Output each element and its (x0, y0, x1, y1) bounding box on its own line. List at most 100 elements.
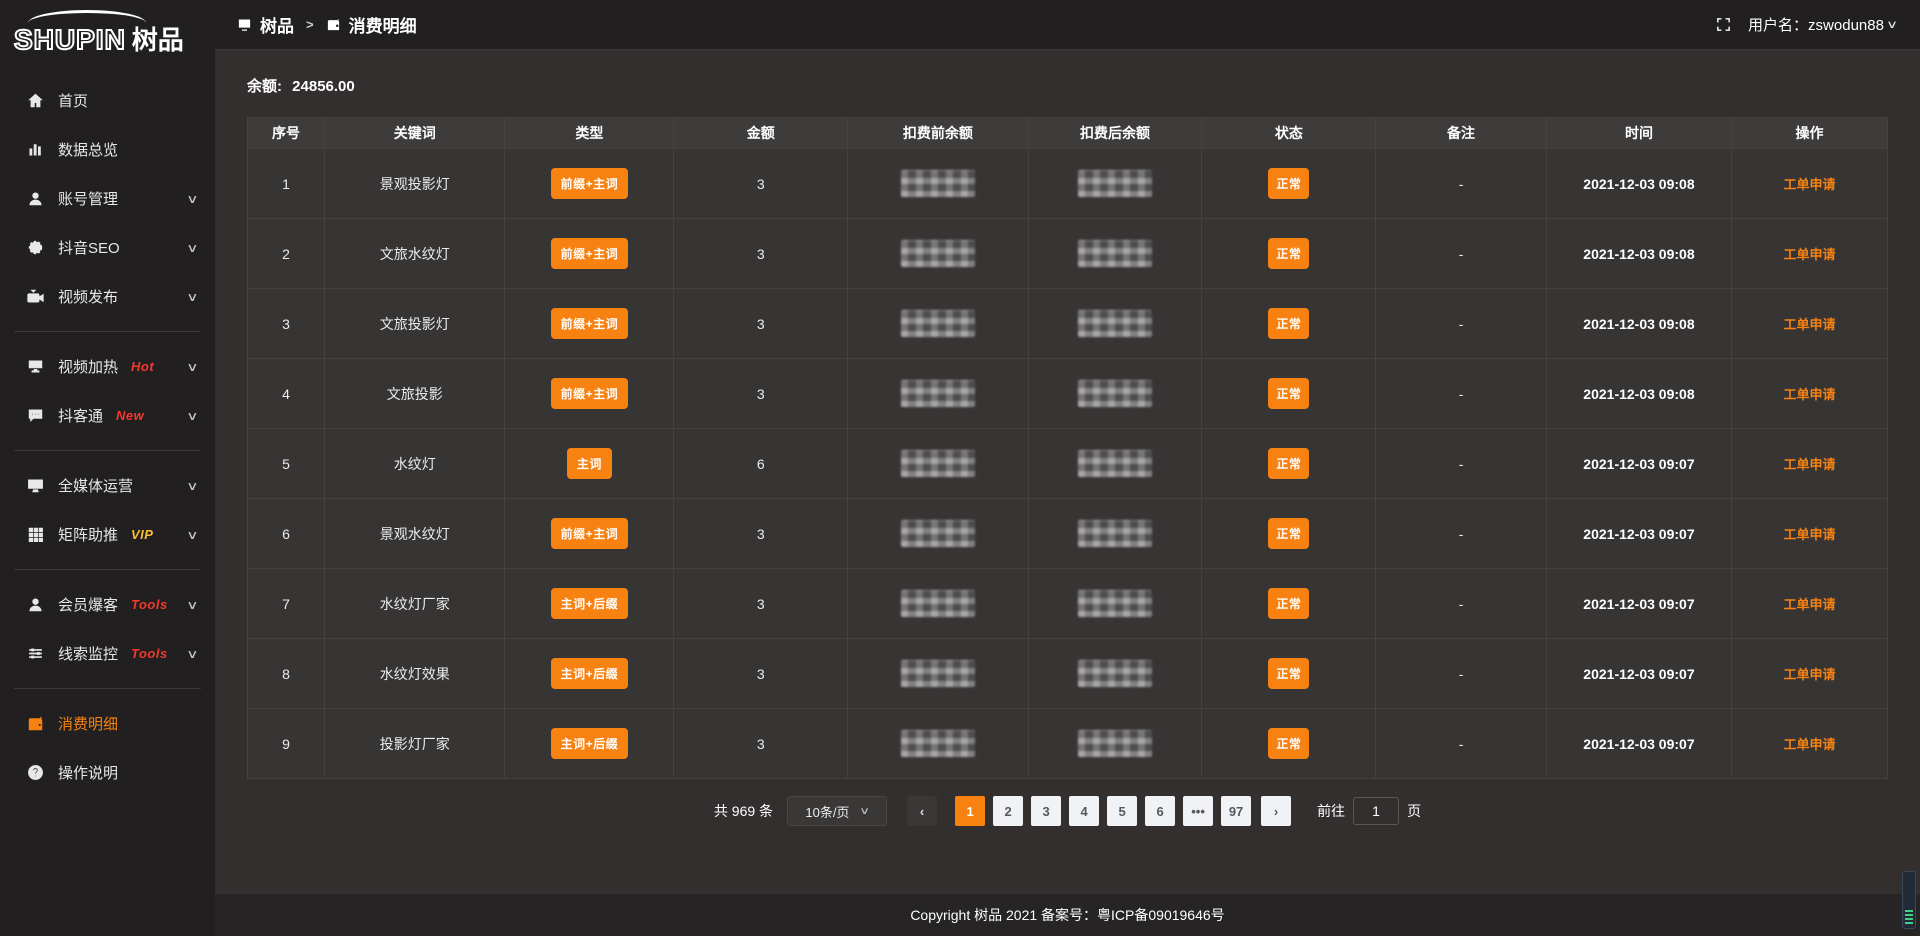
time-cell: 2021-12-03 09:07 (1546, 639, 1731, 709)
amount-cell: 3 (674, 219, 848, 289)
keyword-cell: 水纹灯厂家 (325, 569, 505, 639)
work-order-link[interactable]: 工单申请 (1784, 317, 1836, 332)
balance-before-cell (848, 569, 1028, 639)
user-menu[interactable]: 用户名：zswodun88 ∨ (1748, 14, 1896, 35)
keyword-cell: 文旅水纹灯 (325, 219, 505, 289)
goto-page-input[interactable] (1353, 797, 1399, 825)
bar-chart-icon (26, 141, 44, 159)
balance-label: 余额: (247, 78, 282, 95)
table-row: 2文旅水纹灯前缀+主词3正常-2021-12-03 09:08工单申请 (248, 219, 1888, 289)
prev-page-button[interactable]: ‹ (907, 796, 937, 826)
balance-before-cell (848, 219, 1028, 289)
remark-cell: - (1376, 709, 1547, 779)
chevron-down-icon: ∨ (860, 806, 871, 817)
blurred-balance-value (901, 170, 975, 197)
sidebar-item-label: 视频加热 (58, 356, 118, 377)
content: 余额: 24856.00 序号关键词类型金额扣费前余额扣费后余额状态备注时间操作… (215, 50, 1920, 894)
gear-icon (26, 239, 44, 257)
status-badge: 正常 (1268, 378, 1309, 409)
sidebar-item-consume-detail[interactable]: 消费明细 (0, 699, 215, 748)
page-button-3[interactable]: 3 (1031, 796, 1061, 826)
keyword-cell: 景观水纹灯 (325, 499, 505, 569)
sidebar-item-video-publish[interactable]: 视频发布∨ (0, 272, 215, 321)
work-order-link[interactable]: 工单申请 (1784, 597, 1836, 612)
column-header: 类型 (505, 118, 674, 149)
balance-after-cell (1028, 289, 1202, 359)
seq-cell: 4 (248, 359, 325, 429)
chevron-down-icon: ∨ (186, 290, 198, 304)
status-cell: 正常 (1202, 639, 1376, 709)
page-button-2[interactable]: 2 (993, 796, 1023, 826)
sidebar-item-label: 矩阵助推 (58, 524, 118, 545)
page-button-1[interactable]: 1 (955, 796, 985, 826)
page-button-6[interactable]: 6 (1145, 796, 1175, 826)
video-icon (26, 288, 44, 306)
type-cell: 主词+后缀 (505, 569, 674, 639)
logo-arc (28, 10, 146, 36)
chevron-down-icon: ∨ (186, 241, 198, 255)
sidebar-item-operation-guide[interactable]: 操作说明 (0, 748, 215, 797)
balance-after-cell (1028, 149, 1202, 219)
seq-cell: 8 (248, 639, 325, 709)
sidebar-item-douketong[interactable]: 抖客通New∨ (0, 391, 215, 440)
sidebar: SHUPIN 树品 首页数据总览账号管理∨抖音SEO∨视频发布∨ 视频加热Hot∨… (0, 0, 215, 936)
floating-service-widget[interactable] (1902, 871, 1916, 929)
work-order-link[interactable]: 工单申请 (1784, 387, 1836, 402)
breadcrumb-current: 消费明细 (349, 12, 417, 37)
chat-icon (26, 407, 44, 425)
footer: Copyright 树品 2021 备案号：粤ICP备09019646号 (215, 894, 1920, 936)
sidebar-item-tag: Tools (131, 646, 168, 661)
type-cell: 前缀+主词 (505, 499, 674, 569)
type-cell: 前缀+主词 (505, 289, 674, 359)
app-logo: SHUPIN 树品 (0, 0, 215, 62)
work-order-link[interactable]: 工单申请 (1784, 177, 1836, 192)
pagination: 共 969 条 10条/页 ∨ ‹ 123456•••97 › 前往 页 (247, 796, 1888, 826)
dashboard-icon (237, 17, 252, 32)
status-badge: 正常 (1268, 658, 1309, 689)
sidebar-item-account-manage[interactable]: 账号管理∨ (0, 174, 215, 223)
seq-cell: 6 (248, 499, 325, 569)
goto-label: 前往 (1317, 801, 1345, 821)
fullscreen-icon[interactable] (1715, 16, 1732, 33)
next-page-button[interactable]: › (1261, 796, 1291, 826)
page-size-select[interactable]: 10条/页 ∨ (787, 796, 887, 826)
balance-after-cell (1028, 219, 1202, 289)
type-badge: 主词+后缀 (551, 588, 629, 619)
work-order-link[interactable]: 工单申请 (1784, 667, 1836, 682)
work-order-link[interactable]: 工单申请 (1784, 247, 1836, 262)
table-head: 序号关键词类型金额扣费前余额扣费后余额状态备注时间操作 (248, 118, 1888, 149)
wallet-icon (326, 17, 341, 32)
work-order-link[interactable]: 工单申请 (1784, 457, 1836, 472)
sidebar-item-douyin-seo[interactable]: 抖音SEO∨ (0, 223, 215, 272)
sidebar-divider (14, 569, 201, 570)
chevron-down-icon: ∨ (186, 528, 198, 542)
sidebar-item-matrix-boost[interactable]: 矩阵助推VIP∨ (0, 510, 215, 559)
seq-cell: 2 (248, 219, 325, 289)
column-header: 备注 (1376, 118, 1547, 149)
table-row: 1景观投影灯前缀+主词3正常-2021-12-03 09:08工单申请 (248, 149, 1888, 219)
keyword-cell: 投影灯厂家 (325, 709, 505, 779)
status-cell: 正常 (1202, 709, 1376, 779)
sidebar-item-all-media[interactable]: 全媒体运营∨ (0, 461, 215, 510)
page-button-5[interactable]: 5 (1107, 796, 1137, 826)
more-pages-button[interactable]: ••• (1183, 796, 1213, 826)
remark-cell: - (1376, 289, 1547, 359)
breadcrumb-root[interactable]: 树品 (260, 12, 294, 37)
sidebar-item-data-overview[interactable]: 数据总览 (0, 125, 215, 174)
work-order-link[interactable]: 工单申请 (1784, 737, 1836, 752)
table-row: 7水纹灯厂家主词+后缀3正常-2021-12-03 09:07工单申请 (248, 569, 1888, 639)
sidebar-divider (14, 331, 201, 332)
sidebar-item-home[interactable]: 首页 (0, 76, 215, 125)
page-button-97[interactable]: 97 (1221, 796, 1251, 826)
sidebar-item-video-heat[interactable]: 视频加热Hot∨ (0, 342, 215, 391)
type-cell: 前缀+主词 (505, 149, 674, 219)
sidebar-item-member-baoke[interactable]: 会员爆客Tools∨ (0, 580, 215, 629)
time-cell: 2021-12-03 09:07 (1546, 569, 1731, 639)
work-order-link[interactable]: 工单申请 (1784, 527, 1836, 542)
person-icon (26, 596, 44, 614)
page-button-4[interactable]: 4 (1069, 796, 1099, 826)
chevron-down-icon: ∨ (186, 192, 198, 206)
balance-after-cell (1028, 639, 1202, 709)
type-badge: 前缀+主词 (551, 308, 629, 339)
sidebar-item-clue-monitor[interactable]: 线索监控Tools∨ (0, 629, 215, 678)
